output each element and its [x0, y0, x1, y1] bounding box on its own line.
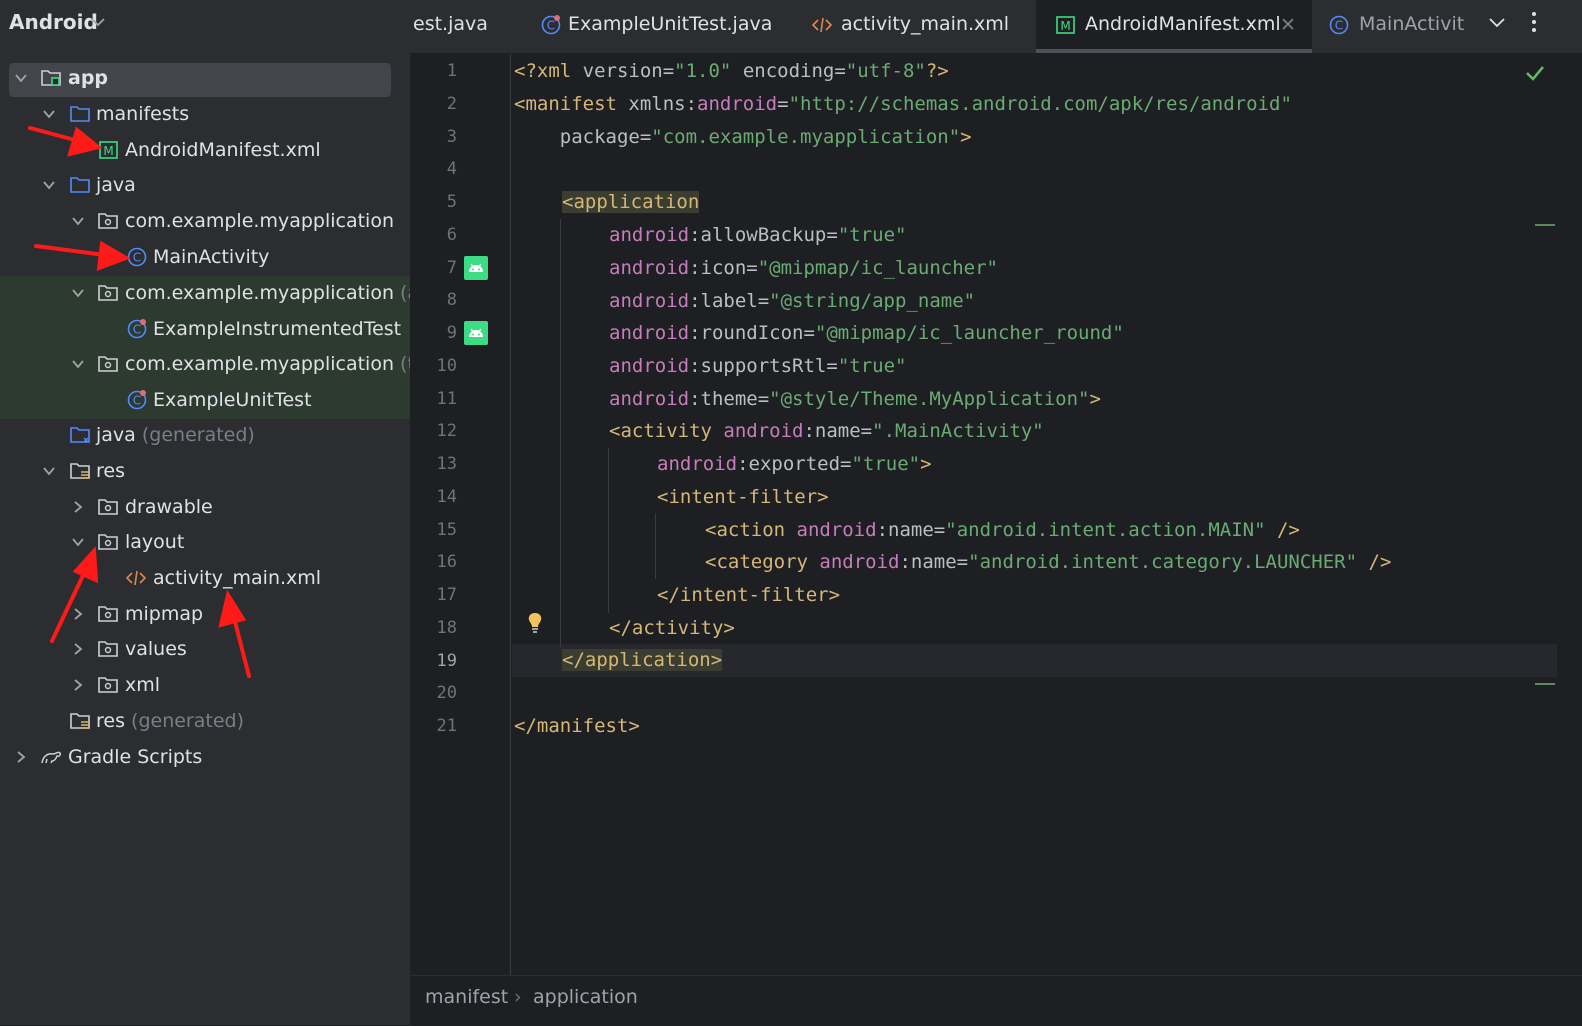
- annotation-arrow: [28, 126, 103, 157]
- annotation-arrows: [28, 126, 251, 678]
- annotation-arrow: [34, 240, 131, 272]
- annotation-arrow: [218, 589, 251, 678]
- annotation-arrow: [50, 546, 99, 643]
